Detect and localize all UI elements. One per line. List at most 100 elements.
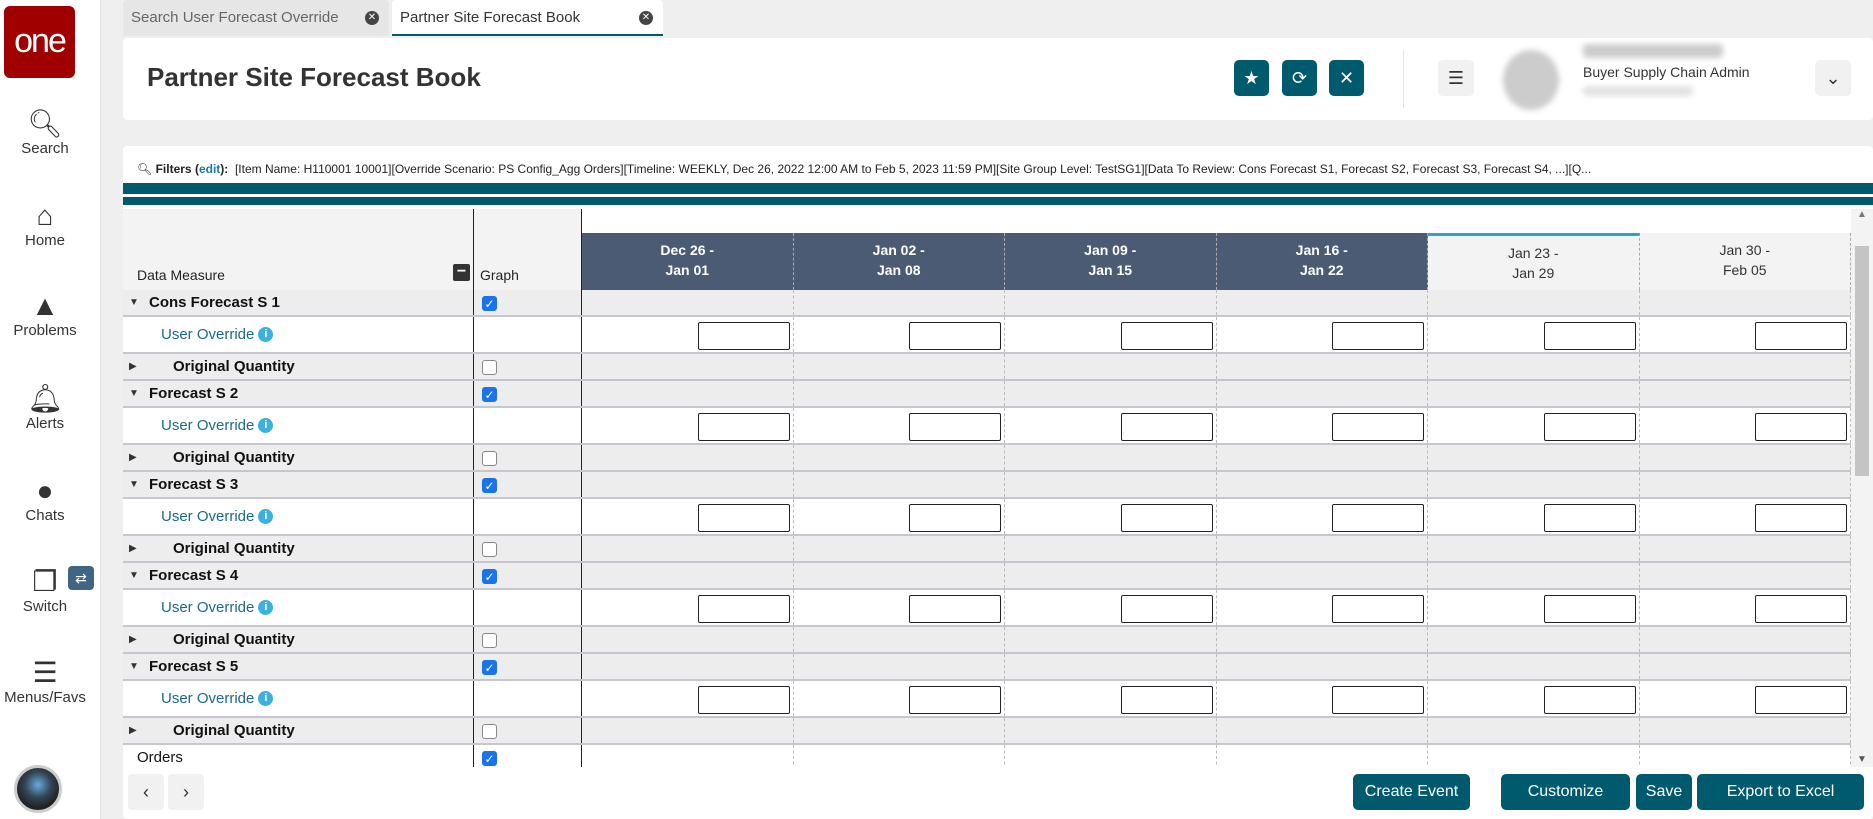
tab-partner-site-forecast-book[interactable]: Partner Site Forecast Book ✕ — [392, 0, 663, 36]
week-column-header[interactable]: Jan 09 - Jan 15 — [1005, 233, 1217, 290]
week-cell — [1217, 681, 1428, 716]
override-input[interactable] — [697, 504, 790, 532]
graph-checkbox[interactable]: ✓ — [482, 387, 497, 402]
override-input[interactable] — [697, 595, 790, 623]
caret-down-icon[interactable]: ▼ — [129, 388, 143, 399]
info-icon[interactable]: i — [258, 691, 274, 706]
graph-checkbox[interactable]: ✓ — [482, 660, 497, 675]
override-input[interactable] — [1120, 595, 1213, 623]
sidebar-item-search[interactable]: 🔍︎ Search — [0, 108, 90, 157]
row-label: User Override — [161, 690, 255, 707]
override-input[interactable] — [1332, 686, 1424, 714]
search-icon: 🔍︎ — [137, 162, 153, 176]
override-input[interactable] — [1120, 504, 1213, 532]
week-column-header[interactable]: Jan 02 - Jan 08 — [793, 233, 1005, 290]
caret-down-icon[interactable]: ▼ — [129, 297, 143, 308]
caret-right-icon[interactable]: ▶ — [129, 361, 143, 372]
week-cell — [1640, 499, 1851, 534]
override-input[interactable] — [909, 504, 1001, 532]
create-event-button[interactable]: Create Event — [1353, 774, 1470, 810]
sidebar-item-alerts[interactable]: 🔔︎ Alerts — [0, 383, 90, 432]
override-input[interactable] — [1755, 322, 1847, 350]
override-input[interactable] — [909, 413, 1001, 441]
sidebar-item-label: Problems — [13, 322, 77, 339]
caret-right-icon[interactable]: ▶ — [129, 543, 143, 554]
graph-checkbox[interactable] — [482, 360, 497, 375]
favorite-button[interactable]: ★ — [1234, 60, 1269, 96]
customize-button[interactable]: Customize — [1501, 774, 1630, 810]
info-icon[interactable]: i — [258, 327, 274, 342]
override-input[interactable] — [697, 686, 790, 714]
switch-arrows-icon[interactable]: ⇄ — [68, 566, 94, 590]
override-input[interactable] — [1332, 504, 1424, 532]
user-menu-chevron-icon[interactable]: ⌄ — [1815, 60, 1851, 96]
hamburger-menu-button[interactable]: ☰ — [1438, 60, 1474, 96]
override-input[interactable] — [697, 413, 790, 441]
info-icon[interactable]: i — [258, 600, 274, 615]
override-input[interactable] — [1120, 322, 1213, 350]
caret-right-icon[interactable]: ▶ — [129, 725, 143, 736]
graph-checkbox[interactable]: ✓ — [482, 478, 497, 493]
week-column-header[interactable]: Dec 26 - Jan 01 — [582, 233, 794, 290]
override-input[interactable] — [1543, 504, 1636, 532]
user-name-blurred — [1583, 44, 1723, 58]
override-input[interactable] — [909, 595, 1001, 623]
close-tab-icon[interactable]: ✕ — [365, 11, 379, 25]
caret-down-icon[interactable]: ▼ — [129, 479, 143, 490]
override-input[interactable] — [1120, 686, 1213, 714]
graph-checkbox[interactable]: ✓ — [482, 751, 497, 766]
override-input[interactable] — [697, 322, 790, 350]
graph-checkbox[interactable] — [482, 451, 497, 466]
close-tab-icon[interactable]: ✕ — [639, 11, 653, 25]
save-button[interactable]: Save — [1636, 774, 1692, 810]
override-input[interactable] — [1755, 504, 1847, 532]
one-logo[interactable]: one — [4, 6, 75, 78]
caret-right-icon[interactable]: ▶ — [129, 634, 143, 645]
override-input[interactable] — [1755, 686, 1847, 714]
refresh-button[interactable]: ⟳ — [1282, 60, 1317, 96]
collapse-all-icon[interactable]: − — [453, 264, 470, 281]
week-cell — [794, 590, 1005, 625]
filters-edit-link[interactable]: edit — [199, 162, 220, 176]
export-to-excel-button[interactable]: Export to Excel — [1697, 774, 1864, 810]
override-input[interactable] — [1332, 595, 1424, 623]
chart-toggle-bar[interactable] — [123, 197, 1873, 205]
sidebar-item-home[interactable]: ⌂ Home — [0, 200, 90, 249]
sidebar-item-problems[interactable]: ▲ Problems — [0, 290, 90, 339]
override-input[interactable] — [1543, 595, 1636, 623]
override-input[interactable] — [1543, 413, 1636, 441]
sidebar-item-menus-favs[interactable]: ☰ Menus/Favs — [0, 657, 90, 706]
user-avatar[interactable] — [1503, 50, 1559, 110]
override-input[interactable] — [1755, 595, 1847, 623]
graph-checkbox[interactable] — [482, 542, 497, 557]
graph-checkbox[interactable] — [482, 724, 497, 739]
week-cell — [794, 290, 1005, 315]
graph-checkbox[interactable] — [482, 633, 497, 648]
override-input[interactable] — [1543, 322, 1636, 350]
caret-down-icon[interactable]: ▼ — [129, 661, 143, 672]
graph-checkbox[interactable]: ✓ — [482, 569, 497, 584]
graph-checkbox[interactable]: ✓ — [482, 296, 497, 311]
close-button[interactable]: ✕ — [1329, 60, 1364, 96]
info-icon[interactable]: i — [258, 418, 274, 433]
assistant-avatar[interactable] — [14, 765, 62, 813]
caret-down-icon[interactable]: ▼ — [129, 570, 143, 581]
info-icon[interactable]: i — [258, 509, 274, 524]
override-input[interactable] — [1332, 413, 1424, 441]
scrollbar-thumb[interactable] — [1855, 246, 1869, 476]
override-input[interactable] — [1543, 686, 1636, 714]
override-input[interactable] — [909, 322, 1001, 350]
scroll-left-button[interactable]: ‹ — [128, 774, 164, 810]
week-column-header[interactable]: Jan 30 - Feb 05 — [1639, 233, 1851, 290]
tab-search-user-forecast-override[interactable]: Search User Forecast Override ✕ — [123, 0, 389, 36]
week-column-header[interactable]: Jan 16 - Jan 22 — [1216, 233, 1428, 290]
filter-collapse-bar[interactable] — [123, 183, 1873, 194]
override-input[interactable] — [1120, 413, 1213, 441]
scroll-right-button[interactable]: › — [168, 774, 204, 810]
override-input[interactable] — [1755, 413, 1847, 441]
override-input[interactable] — [1332, 322, 1424, 350]
caret-right-icon[interactable]: ▶ — [129, 452, 143, 463]
override-input[interactable] — [909, 686, 1001, 714]
sidebar-item-chats[interactable]: ● Chats — [0, 475, 90, 524]
week-column-header[interactable]: Jan 23 - Jan 29 — [1428, 233, 1640, 290]
